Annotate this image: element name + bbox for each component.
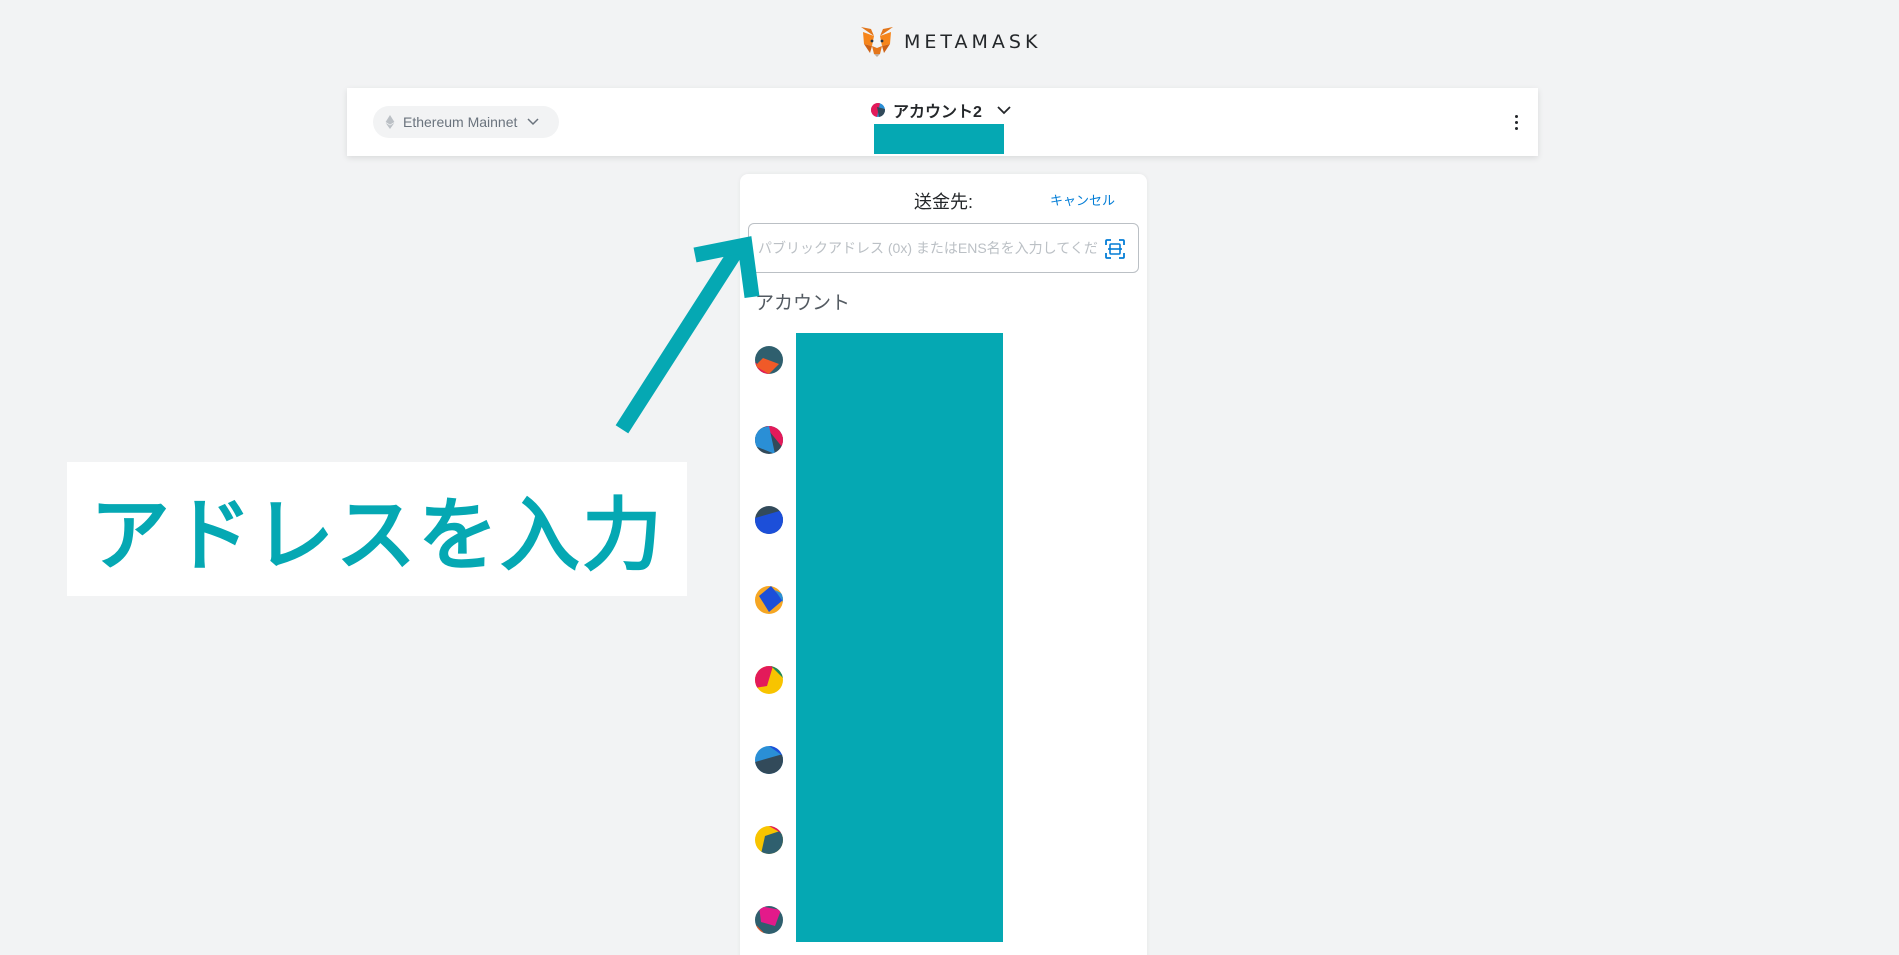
annotation-text: アドレスを入力 (90, 489, 664, 582)
account-names-redacted (796, 333, 1003, 942)
app-header: Ethereum Mainnet アカウント2 (347, 88, 1538, 156)
account-name: アカウント2 (893, 104, 982, 121)
list-item[interactable] (755, 506, 783, 534)
account-avatar-icon (755, 906, 783, 934)
qr-scan-icon[interactable] (1104, 238, 1126, 260)
annotation-callout: アドレスを入力 (67, 462, 687, 596)
list-item[interactable] (755, 666, 783, 694)
account-avatar-icon (871, 103, 885, 117)
chevron-down-icon (527, 118, 539, 126)
fox-logo-icon (861, 27, 893, 57)
chevron-down-icon (997, 106, 1011, 115)
account-address-redacted (874, 124, 1004, 154)
annotation-arrow-icon (615, 236, 760, 434)
recipient-search (748, 223, 1139, 273)
list-item[interactable] (755, 586, 783, 614)
account-avatar-icon (755, 586, 783, 614)
network-name: Ethereum Mainnet (403, 114, 518, 130)
list-item[interactable] (755, 906, 783, 934)
network-selector[interactable]: Ethereum Mainnet (373, 106, 559, 138)
account-selector[interactable]: アカウント2 (871, 99, 1012, 121)
account-avatar-icon (755, 506, 783, 534)
metamask-logo: METAMASK (860, 25, 1041, 59)
list-item[interactable] (755, 826, 783, 854)
recipient-address-input[interactable] (758, 224, 1098, 272)
account-avatar-icon (755, 826, 783, 854)
cancel-button[interactable]: キャンセル (1050, 190, 1115, 209)
account-avatar-icon (755, 666, 783, 694)
account-avatar-icon (755, 746, 783, 774)
list-item[interactable] (755, 746, 783, 774)
brand-name: METAMASK (904, 31, 1042, 53)
account-options-menu-icon[interactable] (1506, 111, 1526, 133)
ethereum-icon (385, 115, 395, 129)
